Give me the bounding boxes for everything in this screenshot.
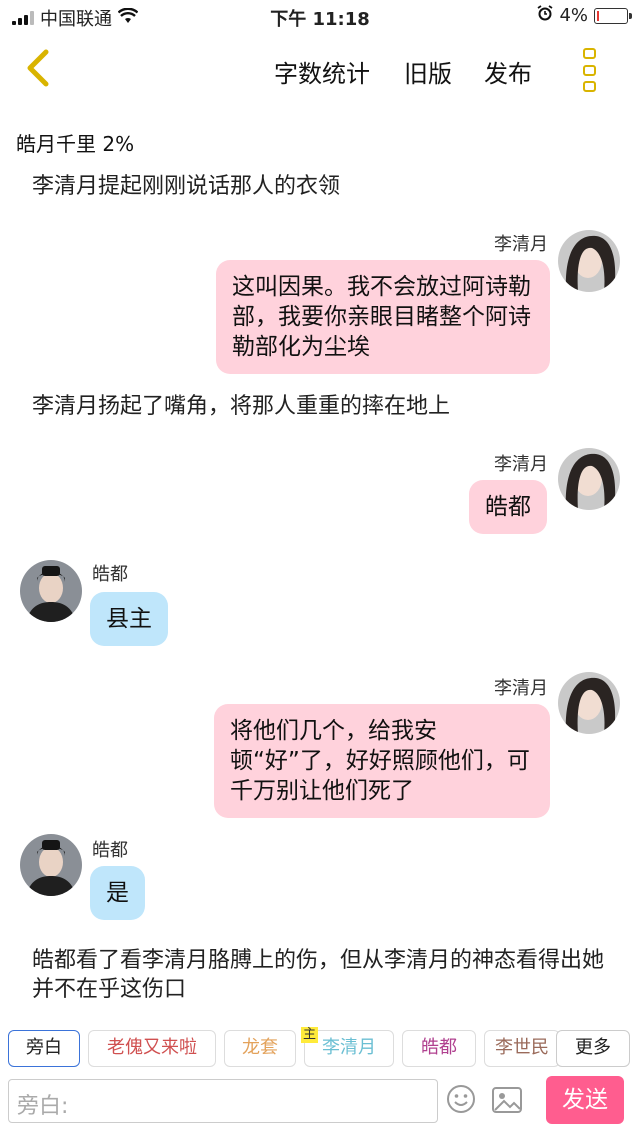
word-count-button[interactable]: 字数统计 bbox=[274, 54, 370, 89]
avatar-haodu[interactable] bbox=[20, 560, 82, 622]
send-button[interactable]: 发送 bbox=[546, 1076, 624, 1124]
alarm-icon bbox=[537, 5, 553, 26]
chip-character-main[interactable]: 主 李清月 bbox=[301, 1027, 394, 1067]
old-version-button[interactable]: 旧版 bbox=[404, 54, 452, 89]
message-bubble: 皓都 bbox=[469, 480, 547, 534]
sender-name: 皓都 bbox=[92, 564, 128, 585]
story-progress: 皓月千里 2% bbox=[16, 132, 135, 156]
battery-percent: 4% bbox=[559, 5, 588, 26]
chip-narrator[interactable]: 旁白 bbox=[8, 1030, 80, 1067]
chevron-left-icon bbox=[27, 49, 49, 87]
emoji-icon[interactable] bbox=[446, 1084, 476, 1114]
avatar-liqingyue[interactable] bbox=[558, 448, 620, 510]
avatar-liqingyue[interactable] bbox=[558, 672, 620, 734]
chip-character[interactable]: 李世民 bbox=[484, 1030, 560, 1067]
avatar-liqingyue[interactable] bbox=[558, 230, 620, 292]
message-bubble: 将他们几个，给我安顿“好”了，好好照顾他们，可千万别让他们死了 bbox=[214, 704, 550, 818]
sender-name: 李清月 bbox=[494, 678, 548, 699]
sender-name: 皓都 bbox=[92, 840, 128, 861]
message-bubble: 这叫因果。我不会放过阿诗勒部，我要你亲眼目睹整个阿诗勒部化为尘埃 bbox=[216, 260, 550, 374]
sender-name: 李清月 bbox=[494, 454, 548, 475]
chip-label: 李清月 bbox=[322, 1037, 376, 1058]
narration-1: 李清月提起刚刚说话那人的衣领 bbox=[32, 174, 341, 199]
status-right: 4% bbox=[537, 5, 632, 26]
image-icon[interactable] bbox=[492, 1086, 522, 1114]
back-button[interactable] bbox=[20, 48, 60, 88]
message-input[interactable]: 旁白: bbox=[8, 1079, 438, 1123]
character-selector: 旁白 老傀又来啦 龙套 主 李清月 皓都 李世民 更多 bbox=[0, 1020, 640, 1076]
narration-2: 李清月扬起了嘴角，将那人重重的摔在地上 bbox=[32, 394, 451, 419]
publish-button[interactable]: 发布 bbox=[484, 54, 532, 89]
narration-3: 皓都看了看李清月胳膊上的伤，但从李清月的神态看得出她并不在乎这伤口 bbox=[32, 948, 605, 1002]
chip-character[interactable]: 龙套 bbox=[224, 1030, 296, 1067]
chat-area[interactable]: 李清月提起刚刚说话那人的衣领 李清月 这叫因果。我不会放过阿诗勒部，我要你亲眼目… bbox=[0, 160, 640, 1010]
message-bubble: 县主 bbox=[90, 592, 168, 646]
main-character-badge: 主 bbox=[301, 1027, 319, 1043]
more-menu-icon[interactable] bbox=[580, 48, 598, 92]
more-characters-button[interactable]: 更多 bbox=[556, 1030, 630, 1067]
nav-bar: 字数统计 旧版 发布 bbox=[0, 36, 640, 102]
status-bar: 中国联通 下午 11:18 4% bbox=[0, 0, 640, 32]
message-bubble: 是 bbox=[90, 866, 145, 920]
avatar-haodu[interactable] bbox=[20, 834, 82, 896]
battery-icon bbox=[594, 7, 632, 24]
chip-character[interactable]: 皓都 bbox=[402, 1030, 476, 1067]
chip-character[interactable]: 老傀又来啦 bbox=[88, 1030, 216, 1067]
input-bar: 旁白: 发送 bbox=[0, 1076, 640, 1138]
sender-name: 李清月 bbox=[494, 234, 548, 255]
